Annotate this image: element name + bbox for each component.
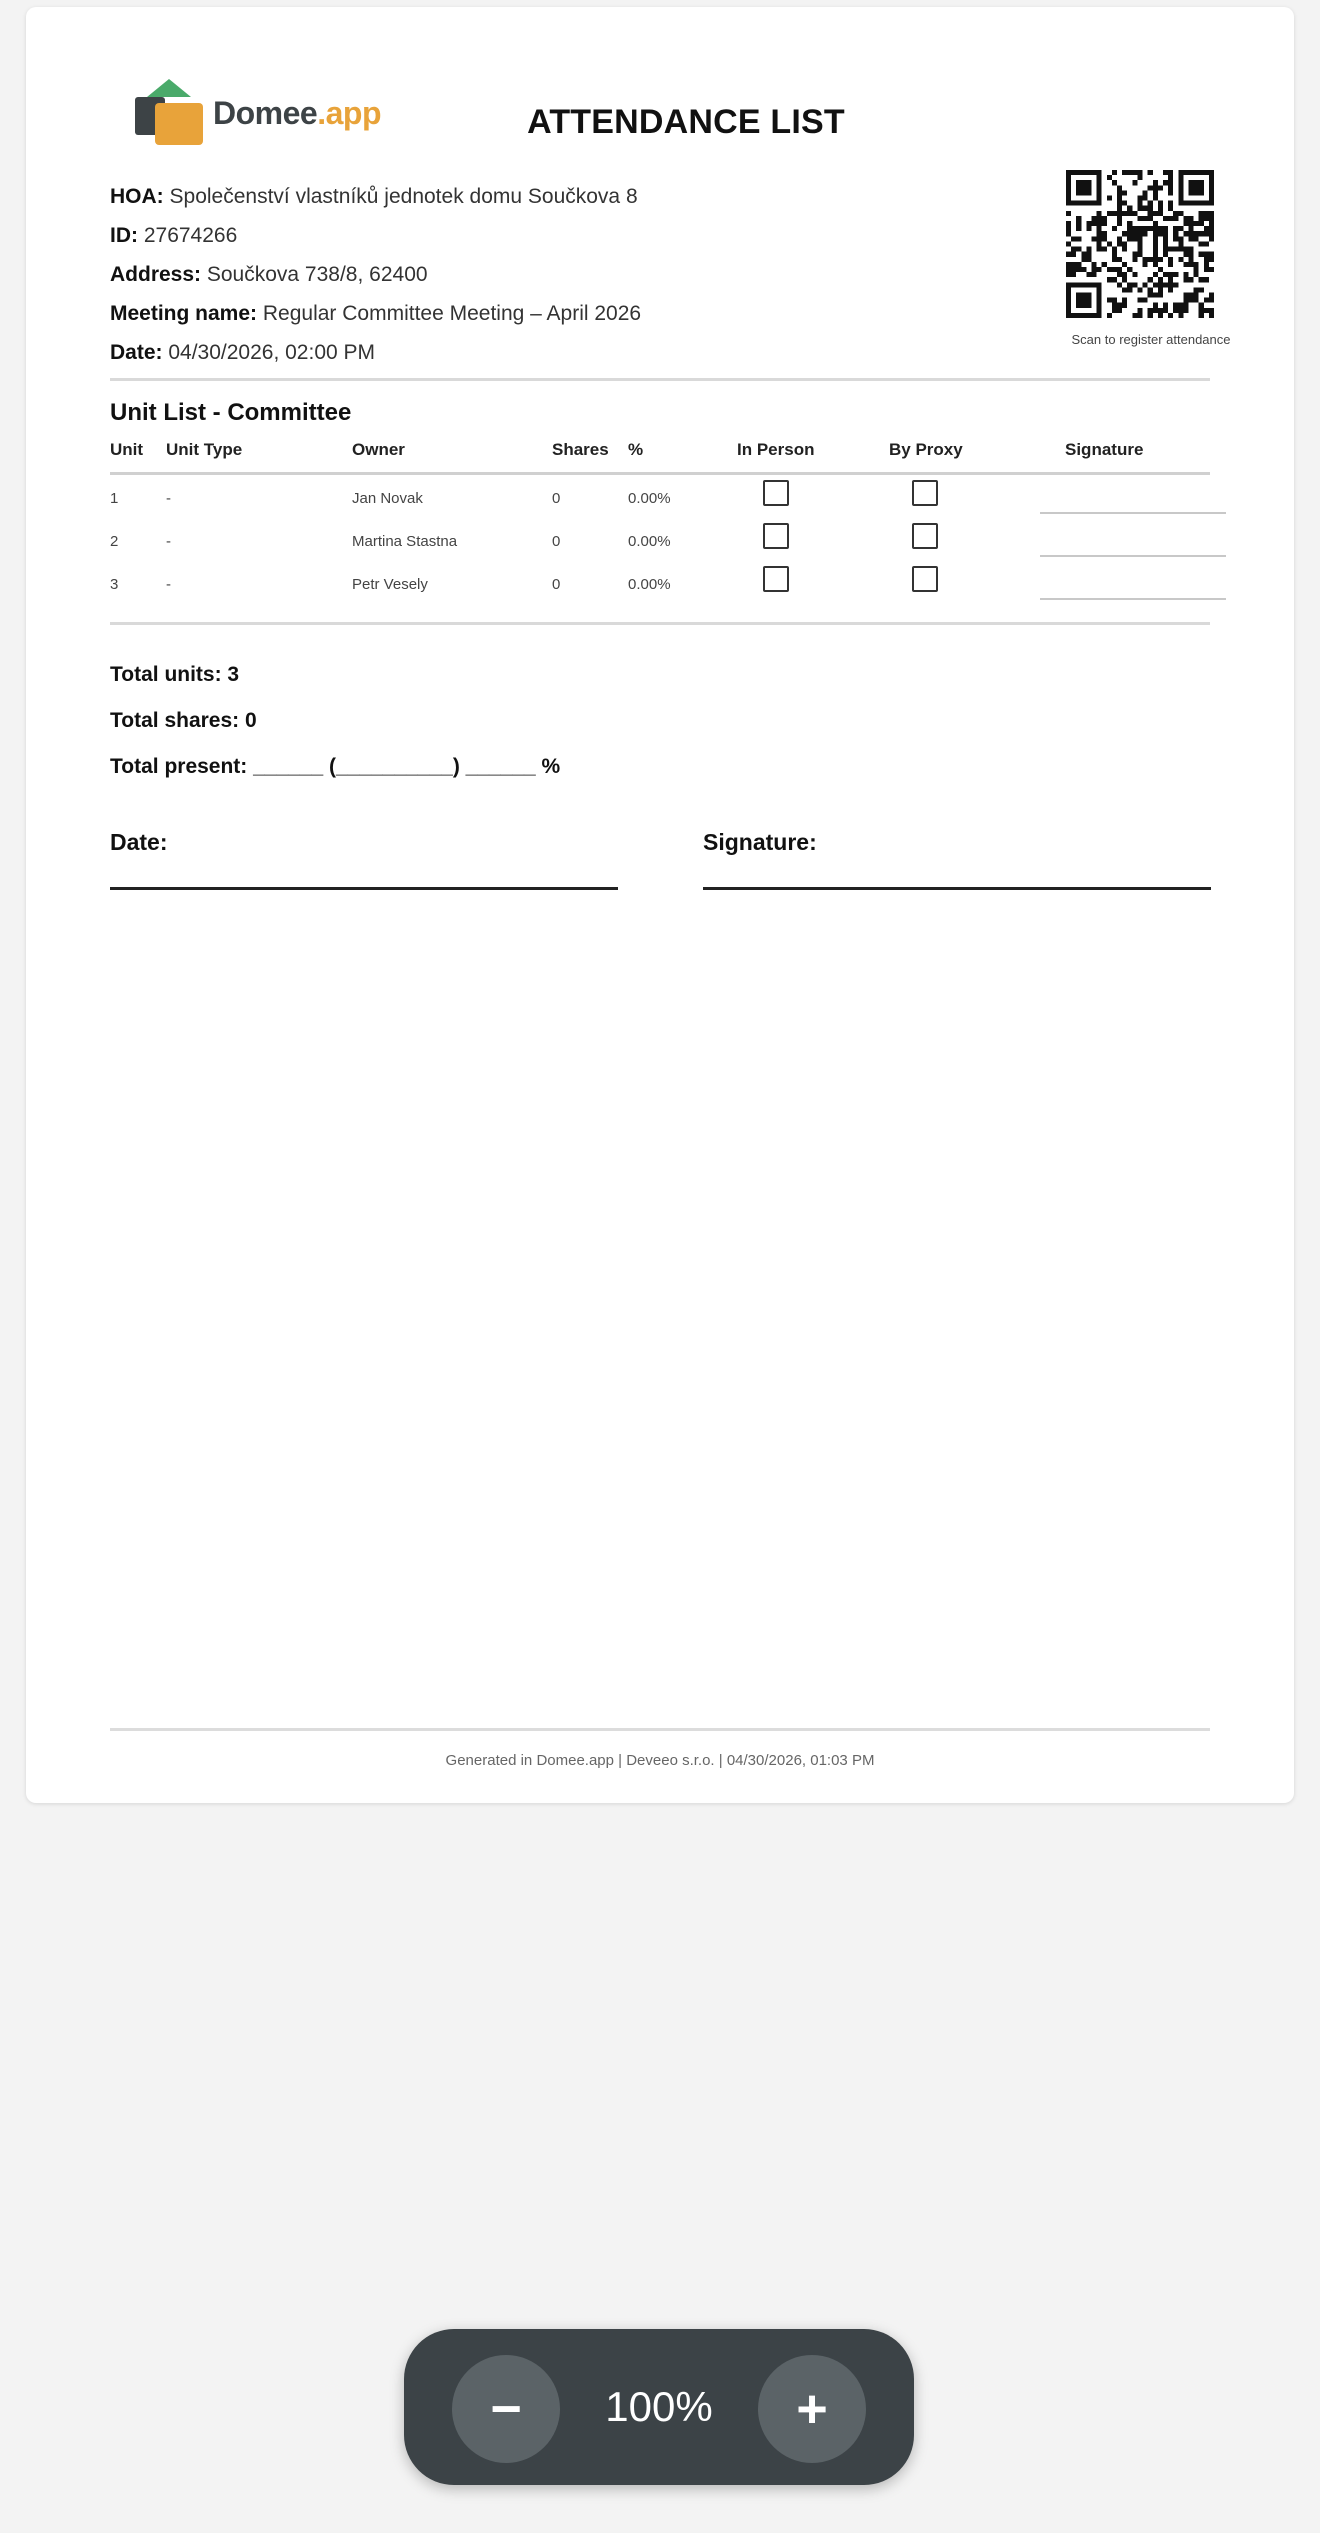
zoom-out-button[interactable]: − (452, 2355, 560, 2463)
minus-icon: − (490, 2379, 522, 2439)
zoom-level: 100% (605, 2383, 713, 2430)
table-bottom-divider (110, 622, 1210, 625)
domee-logo: Domee.app (135, 79, 395, 145)
by-proxy-checkbox[interactable] (912, 523, 938, 549)
meeting-info: HOA: Společenství vlastníků jednotek dom… (110, 177, 641, 372)
total-shares: Total shares: 0 (110, 709, 257, 732)
cell-unit-type: - (166, 490, 171, 507)
cell-shares: 0 (552, 490, 561, 507)
info-key: ID: (110, 224, 138, 247)
cell-shares: 0 (552, 533, 561, 550)
col-by-proxy: By Proxy (889, 440, 963, 459)
domee-logo-icon (135, 79, 203, 145)
qr-code-icon (1066, 170, 1214, 318)
totals: Total units: 3 Total shares: 0 Total pre… (110, 652, 560, 790)
col-owner: Owner (352, 440, 405, 459)
plus-icon: + (796, 2379, 828, 2439)
info-date: Date: 04/30/2026, 02:00 PM (110, 333, 641, 372)
table-header-divider (110, 472, 1210, 475)
total-units: Total units: 3 (110, 663, 240, 686)
qr-caption: Scan to register attendance (1071, 332, 1231, 347)
info-key: HOA: (110, 185, 164, 208)
footer-text: Generated in Domee.app | Deveeo s.r.o. |… (445, 1752, 875, 1769)
col-shares: Shares (552, 440, 609, 459)
by-proxy-checkbox[interactable] (912, 566, 938, 592)
signature-line-main (703, 887, 1211, 890)
info-meeting-name: Meeting name: Regular Committee Meeting … (110, 294, 641, 333)
info-value: 04/30/2026, 02:00 PM (168, 341, 376, 364)
footer-divider (110, 1728, 1210, 1731)
in-person-checkbox[interactable] (763, 523, 789, 549)
cell-percent: 0.00% (628, 490, 671, 507)
cell-unit: 1 (110, 490, 119, 507)
col-unit: Unit (110, 440, 144, 459)
info-value: Součkova 738/8, 62400 (206, 263, 428, 286)
zoom-control: − 100% + (404, 2329, 914, 2485)
by-proxy-checkbox[interactable] (912, 480, 938, 506)
cell-unit: 2 (110, 533, 119, 550)
cell-shares: 0 (552, 576, 561, 593)
table-row: 3 - Petr Vesely 0 0.00% (110, 564, 1226, 604)
logo-name-main: Domee (213, 95, 318, 131)
cell-unit: 3 (110, 576, 119, 593)
cell-owner: Petr Vesely (352, 576, 428, 593)
signature-line (1040, 555, 1226, 557)
info-value: 27674266 (143, 224, 238, 247)
col-in-person: In Person (737, 440, 815, 459)
info-key: Address: (110, 263, 202, 286)
table-row: 2 - Martina Stastna 0 0.00% (110, 521, 1226, 561)
col-signature: Signature (1065, 440, 1144, 459)
total-present: Total present: ______ (__________) _____… (110, 755, 561, 778)
table-row: 1 - Jan Novak 0 0.00% (110, 478, 1226, 518)
info-key: Meeting name: (110, 302, 258, 325)
cell-percent: 0.00% (628, 533, 671, 550)
in-person-checkbox[interactable] (763, 566, 789, 592)
cell-owner: Martina Stastna (352, 533, 458, 550)
info-value: Společenství vlastníků jednotek domu Sou… (169, 185, 638, 208)
logo-wordmark: Domee.app (213, 95, 381, 132)
signature-label: Signature: (703, 829, 817, 855)
cell-unit-type: - (166, 576, 171, 593)
zoom-in-button[interactable]: + (758, 2355, 866, 2463)
signature-line (1040, 598, 1226, 600)
header-divider (110, 378, 1210, 381)
date-line (110, 887, 618, 890)
document-page: Domee.app ATTENDANCE LIST HOA: Společens… (26, 7, 1294, 1803)
cell-percent: 0.00% (628, 576, 671, 593)
section-title: Unit List - Committee (110, 399, 352, 426)
info-key: Date: (110, 341, 163, 364)
table-header: Unit Unit Type Owner Shares % In Person … (110, 440, 1210, 472)
info-value: Regular Committee Meeting – April 2026 (262, 302, 642, 325)
cell-unit-type: - (166, 533, 171, 550)
info-id: ID: 27674266 (110, 216, 641, 255)
cell-owner: Jan Novak (352, 490, 423, 507)
date-label: Date: (110, 829, 168, 855)
info-address: Address: Součkova 738/8, 62400 (110, 255, 641, 294)
logo-name-accent: .app (317, 95, 381, 131)
document-title: ATTENDANCE LIST (527, 103, 845, 141)
info-hoa: HOA: Společenství vlastníků jednotek dom… (110, 177, 641, 216)
signature-line (1040, 512, 1226, 514)
in-person-checkbox[interactable] (763, 480, 789, 506)
col-unit-type: Unit Type (166, 440, 243, 459)
col-percent: % (628, 440, 644, 459)
